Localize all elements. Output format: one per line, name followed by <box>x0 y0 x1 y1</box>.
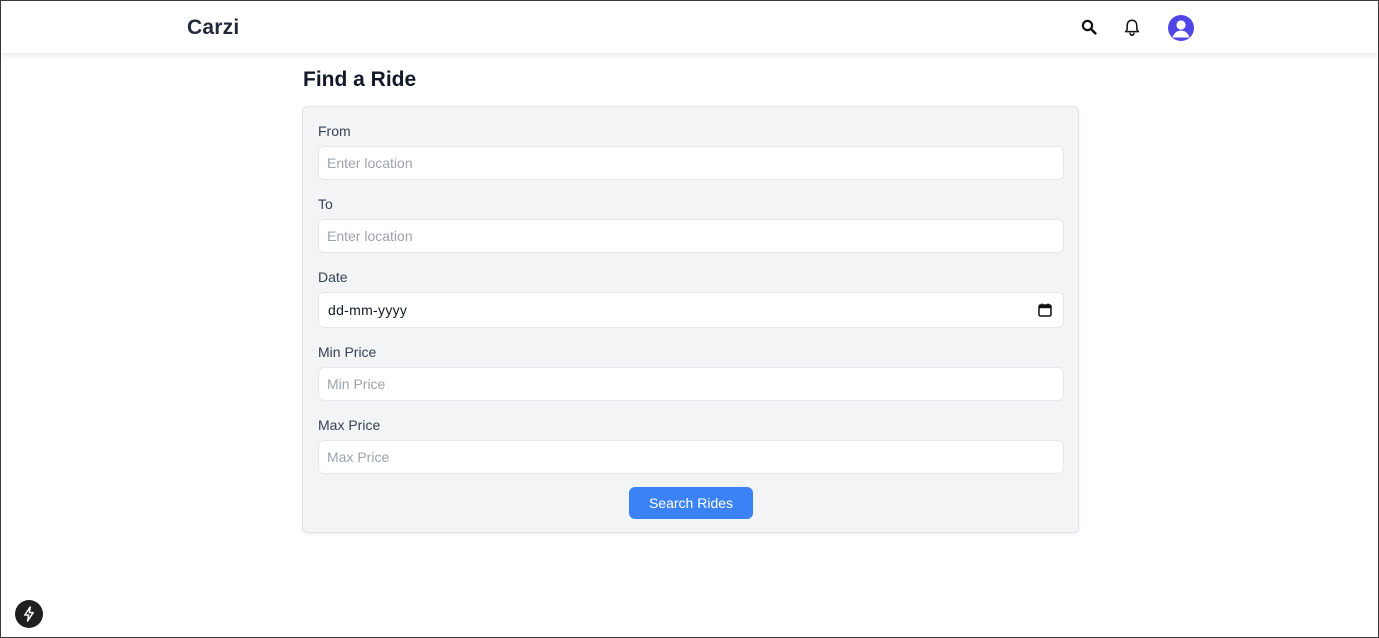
search-form-card: From To Date dd-mm-yyyy Min Price Max Pr… <box>302 106 1079 533</box>
search-icon[interactable] <box>1078 16 1100 38</box>
from-input[interactable] <box>318 146 1064 180</box>
app-window: Carzi Find a Ride From To Date <box>0 0 1379 638</box>
max-price-input[interactable] <box>318 440 1064 474</box>
bolt-icon[interactable] <box>15 600 43 628</box>
brand-logo[interactable]: Carzi <box>187 16 239 40</box>
min-price-label: Min Price <box>318 344 377 360</box>
calendar-icon[interactable] <box>1038 302 1054 318</box>
from-label: From <box>318 123 351 139</box>
date-input[interactable]: dd-mm-yyyy <box>318 292 1064 328</box>
bell-icon[interactable] <box>1121 16 1143 38</box>
page-title: Find a Ride <box>303 68 417 91</box>
top-navbar: Carzi <box>1 1 1378 53</box>
to-label: To <box>318 196 333 212</box>
user-avatar-icon[interactable] <box>1168 15 1194 41</box>
min-price-input[interactable] <box>318 367 1064 401</box>
max-price-label: Max Price <box>318 417 381 433</box>
date-value: dd-mm-yyyy <box>328 302 408 318</box>
date-label: Date <box>318 269 348 285</box>
search-rides-button[interactable]: Search Rides <box>629 487 753 519</box>
to-input[interactable] <box>318 219 1064 253</box>
